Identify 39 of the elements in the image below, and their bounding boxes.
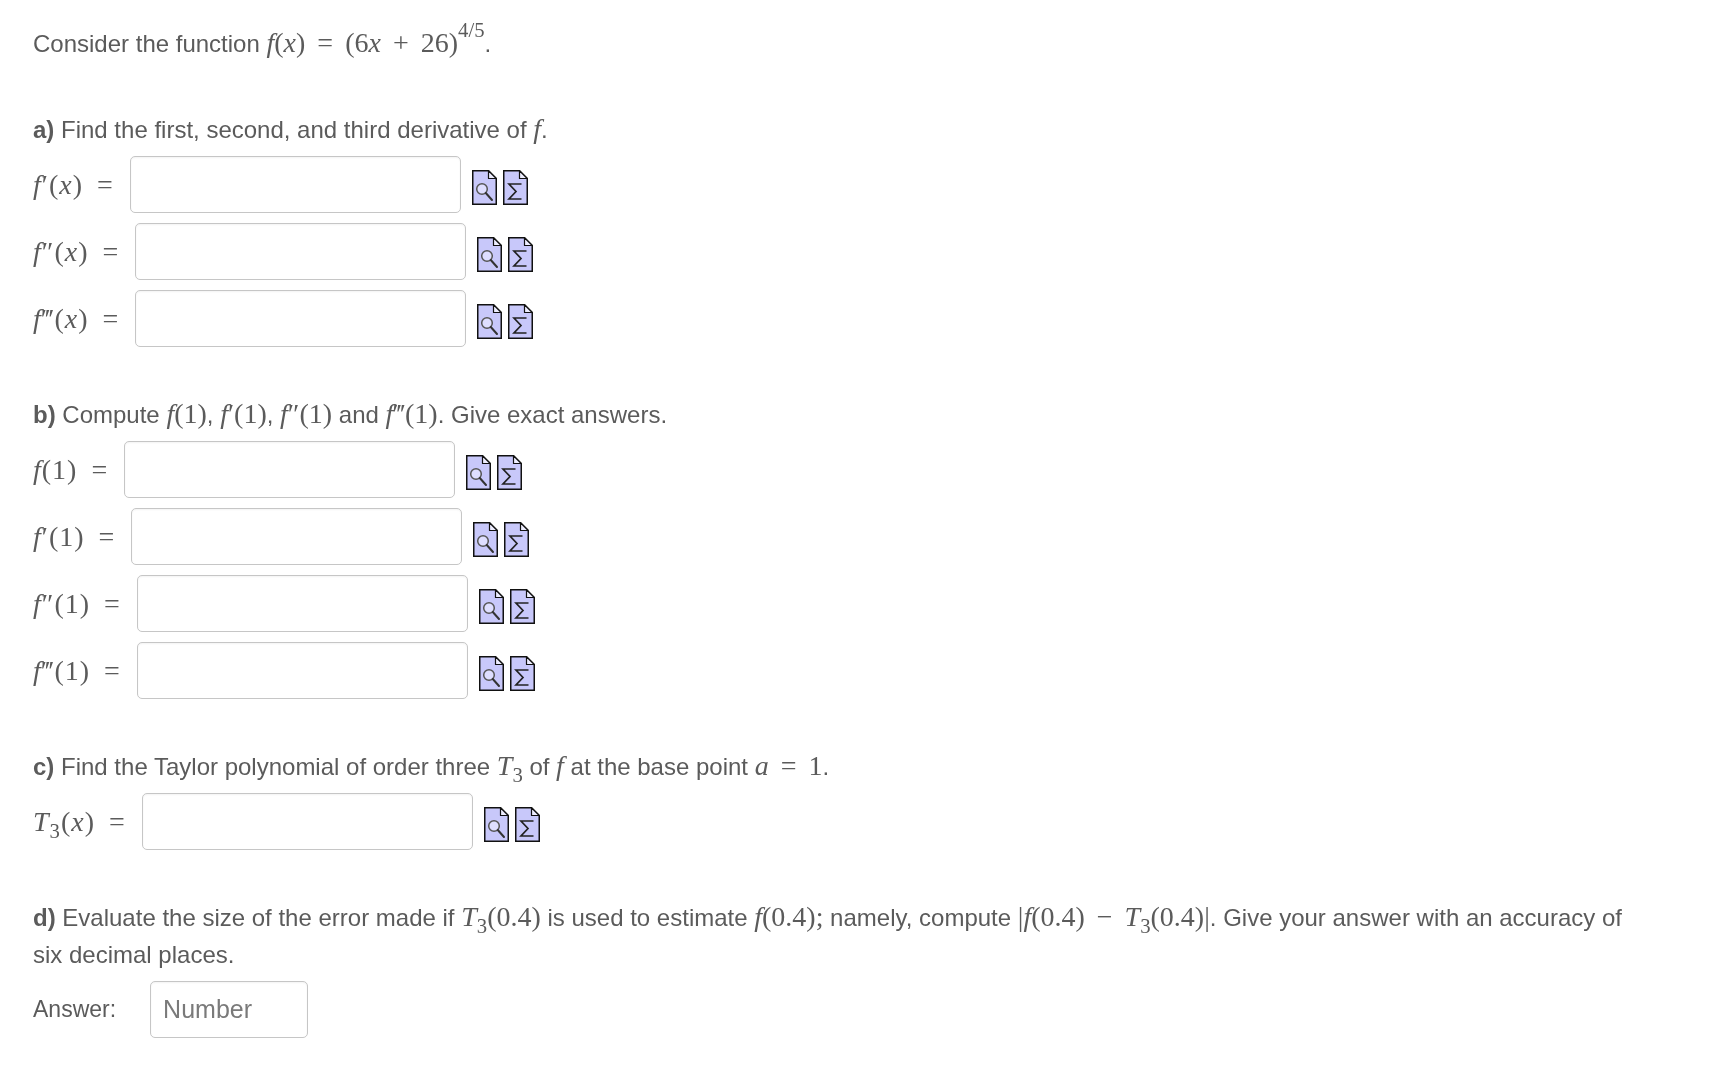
sigma-document-icon[interactable] <box>497 455 523 490</box>
math-label: f′(x) = <box>33 168 114 201</box>
answer-field[interactable] <box>124 441 456 498</box>
answer-field[interactable] <box>141 793 473 850</box>
magnifier-document-icon[interactable] <box>471 170 497 205</box>
magnifier-document-icon[interactable] <box>466 455 492 490</box>
magnifier-document-icon[interactable] <box>483 807 509 842</box>
sigma-document-icon[interactable] <box>509 656 535 691</box>
magnifier-document-icon[interactable] <box>477 237 503 272</box>
sigma-document-icon[interactable] <box>508 237 534 272</box>
math-label: f‴(1) = <box>33 654 121 687</box>
sigma-document-icon[interactable] <box>514 807 540 842</box>
math-label: f″(x) = <box>33 235 120 268</box>
math-label: f′(1) = <box>33 520 116 553</box>
answer-field[interactable] <box>131 508 463 565</box>
magnifier-document-icon[interactable] <box>478 589 504 624</box>
magnifier-document-icon[interactable] <box>478 656 504 691</box>
magnifier-document-icon[interactable] <box>473 522 499 557</box>
sigma-document-icon[interactable] <box>508 304 534 339</box>
math-label: f‴(x) = <box>33 302 120 335</box>
math-label: f(1) = <box>33 453 109 486</box>
question-text: b) Compute f(1), f′(1), f″(1) and f‴(1). Give exact answers. <box>33 397 669 431</box>
question-text: a) Find the first, second, and third derivative of f. <box>33 112 549 146</box>
question-text: c) Find the Taylor polynomial of order three T$_{3}$ of f at the base point a = 1. <box>33 749 831 785</box>
sigma-document-icon[interactable] <box>502 170 528 205</box>
question-text: d) Evaluate the size of the error made if T$_{3}$(0.4) is used to estimate f(0.4); namely, compute |f(0.4) − T$_{3}$(0.4)|. Give your answer with an accuracy of six decimal places. <box>33 900 1623 970</box>
answer-field[interactable] <box>129 156 461 213</box>
sigma-document-icon[interactable] <box>504 522 530 557</box>
intro-text: Consider the function f(x) = (6x + 26)$^{4/5}$. <box>33 24 493 60</box>
math-label: f″(1) = <box>33 587 121 620</box>
answer-label: Answer: <box>33 996 117 1023</box>
answer-field[interactable] <box>135 223 467 280</box>
number-field[interactable]: Number <box>150 981 309 1038</box>
answer-field[interactable] <box>136 575 468 632</box>
answer-field[interactable] <box>136 642 468 699</box>
magnifier-document-icon[interactable] <box>477 304 503 339</box>
math-label: T$_{3}$(x) = <box>33 805 126 838</box>
answer-field[interactable] <box>135 290 467 347</box>
sigma-document-icon[interactable] <box>509 589 535 624</box>
